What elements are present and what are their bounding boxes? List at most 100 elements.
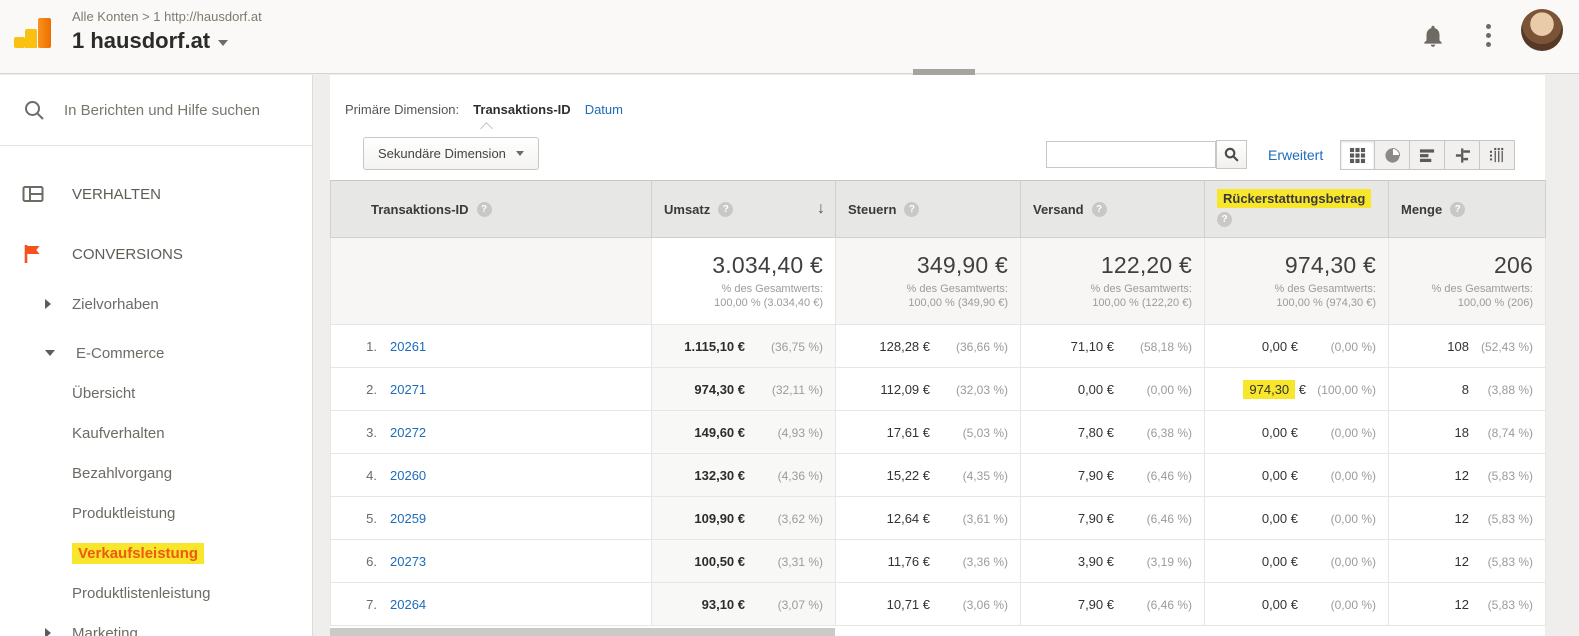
umsatz-value: 974,30 € — [694, 381, 745, 397]
table-header-row: Transaktions-ID? Umsatz? ↓ Steuern? Versa… — [330, 180, 1546, 238]
sidebar-item-produktleistung[interactable]: Produktleistung — [0, 493, 312, 533]
sidebar-item-label-highlighted: Verkaufsleistung — [72, 542, 205, 564]
transaction-id-link[interactable]: 20271 — [390, 382, 426, 397]
primary-dimension-selected[interactable]: Transaktions-ID — [473, 102, 571, 117]
view-performance-button[interactable] — [1410, 140, 1445, 170]
versand-percent: (0,00 %) — [1146, 382, 1192, 397]
sidebar-search[interactable] — [0, 75, 312, 146]
chevron-down-icon — [218, 40, 229, 46]
totals-menge: 206 % des Gesamtwerts: 100,00 % (206) — [1388, 237, 1546, 325]
menge-percent: (5,83 %) — [1487, 597, 1533, 612]
total-sub2: 100,00 % (3.034,40 €) — [714, 297, 823, 309]
search-icon — [25, 100, 44, 120]
versand-percent: (6,46 %) — [1146, 511, 1192, 526]
col-header-rueckerstattungsbetrag[interactable]: Rückerstattungsbetrag ? — [1204, 180, 1389, 238]
transactions-table: Transaktions-ID? Umsatz? ↓ Steuern? Versa… — [330, 180, 1546, 626]
refund-value-suffix: € — [1295, 381, 1306, 397]
google-analytics-logo-icon[interactable] — [14, 16, 52, 48]
help-icon[interactable]: ? — [476, 201, 492, 217]
data-grid-icon — [1349, 147, 1366, 163]
sidebar-item-marketing[interactable]: Marketing — [0, 613, 312, 636]
analytics-app: Alle Konten > 1 http://hausdorf.at 1 hau… — [0, 0, 1579, 636]
versand-percent: (3,19 %) — [1146, 554, 1192, 569]
col-header-steuern[interactable]: Steuern? — [835, 180, 1021, 238]
help-icon[interactable]: ? — [718, 201, 734, 217]
sort-desc-icon[interactable]: ↓ — [817, 200, 825, 218]
col-header-transaktions-id[interactable]: Transaktions-ID? — [330, 180, 652, 238]
versand-value: 0,00 € — [1077, 381, 1114, 397]
menge-percent: (8,74 %) — [1487, 425, 1533, 440]
breadcrumb[interactable]: Alle Konten > 1 http://hausdorf.at — [72, 9, 262, 24]
comparison-icon — [1455, 147, 1470, 163]
view-pivot-button[interactable] — [1480, 140, 1515, 170]
help-icon[interactable]: ? — [1091, 201, 1107, 217]
col-label-highlighted: Rückerstattungsbetrag — [1217, 189, 1372, 208]
versand-value: 7,90 € — [1077, 467, 1114, 483]
steuern-percent: (3,61 %) — [962, 511, 1008, 526]
row-index: 6. — [366, 553, 377, 569]
col-header-versand[interactable]: Versand? — [1020, 180, 1205, 238]
row-index: 5. — [366, 510, 377, 526]
sidebar-item-kaufverhalten[interactable]: Kaufverhalten — [0, 413, 312, 453]
transaction-id-link[interactable]: 20273 — [390, 554, 426, 569]
help-icon[interactable]: ? — [1450, 201, 1466, 217]
horizontal-scrollbar-thumb-bottom[interactable] — [330, 628, 835, 636]
table-row: 4. 20260 132,30 € (4,36 %) 15,22 € (4,35 %)… — [330, 453, 1546, 497]
versand-percent: (6,46 %) — [1146, 597, 1192, 612]
total-value: 349,90 € — [916, 252, 1008, 278]
help-icon[interactable]: ? — [904, 201, 920, 217]
transaction-id-link[interactable]: 20261 — [390, 339, 426, 354]
transaction-id-link[interactable]: 20259 — [390, 511, 426, 526]
transaction-id-link[interactable]: 20264 — [390, 597, 426, 612]
account-title[interactable]: 1 hausdorf.at — [72, 28, 229, 54]
top-header: Alle Konten > 1 http://hausdorf.at 1 hau… — [0, 0, 1579, 74]
total-sub1: % des Gesamtwerts: — [1090, 283, 1192, 295]
steuern-value: 11,76 € — [887, 553, 930, 569]
sidebar-item-bezahlvorgang[interactable]: Bezahlvorgang — [0, 453, 312, 493]
table-row: 1. 20261 1.115,10 € (36,75 %) 128,28 € (36,… — [330, 324, 1546, 368]
help-icon[interactable]: ? — [1217, 212, 1232, 227]
sidebar-item-verhalten[interactable]: VERHALTEN — [0, 174, 312, 214]
transaction-id-link[interactable]: 20272 — [390, 425, 426, 440]
sidebar-item-uebersicht[interactable]: Übersicht — [0, 373, 312, 413]
sidebar-item-label: Marketing — [72, 624, 138, 636]
col-label: Umsatz — [664, 201, 711, 217]
user-avatar[interactable] — [1521, 9, 1563, 51]
sidebar-search-input[interactable] — [64, 101, 309, 119]
menge-percent: (52,43 %) — [1480, 339, 1533, 354]
col-header-menge[interactable]: Menge? — [1388, 180, 1546, 238]
col-header-umsatz[interactable]: Umsatz? ↓ — [651, 180, 836, 238]
secondary-dimension-button[interactable]: Sekundäre Dimension — [363, 137, 539, 170]
horizontal-scrollbar-thumb-top[interactable] — [913, 69, 975, 75]
chevron-down-icon — [515, 151, 524, 156]
umsatz-percent: (36,75 %) — [770, 339, 823, 354]
versand-value: 7,90 € — [1077, 510, 1114, 526]
totals-row: 3.034,40 € % des Gesamtwerts: 100,00 % (3… — [330, 237, 1546, 325]
view-data-grid-button[interactable] — [1340, 140, 1375, 170]
table-row: 7. 20264 93,10 € (3,07 %) 10,71 € (3,06 %) … — [330, 582, 1546, 626]
view-percentage-button[interactable] — [1375, 140, 1410, 170]
total-sub1: % des Gesamtwerts: — [1431, 283, 1533, 295]
versand-value: 71,10 € — [1070, 338, 1114, 354]
transaction-id-link[interactable]: 20260 — [390, 468, 426, 483]
sidebar-item-verkaufsleistung[interactable]: Verkaufsleistung — [0, 533, 312, 573]
sidebar-item-label: CONVERSIONS — [72, 245, 183, 263]
primary-dimension-label: Primäre Dimension: — [345, 102, 460, 117]
primary-dimension-datum-link[interactable]: Datum — [585, 102, 623, 117]
sidebar-item-ecommerce[interactable]: E-Commerce — [0, 333, 312, 373]
table-filter-input[interactable] — [1046, 141, 1216, 168]
view-comparison-button[interactable] — [1445, 140, 1480, 170]
overflow-menu-icon[interactable] — [1486, 20, 1492, 51]
sidebar-item-conversions[interactable]: CONVERSIONS — [0, 234, 312, 274]
sidebar-item-zielvorhaben[interactable]: Zielvorhaben — [0, 284, 312, 324]
total-sub2: 100,00 % (349,90 €) — [908, 297, 1008, 309]
view-toggle-group — [1340, 140, 1515, 170]
total-sub1: % des Gesamtwerts: — [721, 283, 823, 295]
secondary-dimension-label: Sekundäre Dimension — [378, 146, 506, 161]
notifications-bell-icon[interactable] — [1420, 22, 1446, 55]
menge-value: 12 — [1454, 510, 1469, 526]
advanced-filter-link[interactable]: Erweitert — [1268, 147, 1323, 163]
table-search-button[interactable] — [1216, 140, 1247, 169]
account-title-label: 1 hausdorf.at — [72, 28, 211, 53]
sidebar-item-produktlistenleistung[interactable]: Produktlistenleistung — [0, 573, 312, 613]
